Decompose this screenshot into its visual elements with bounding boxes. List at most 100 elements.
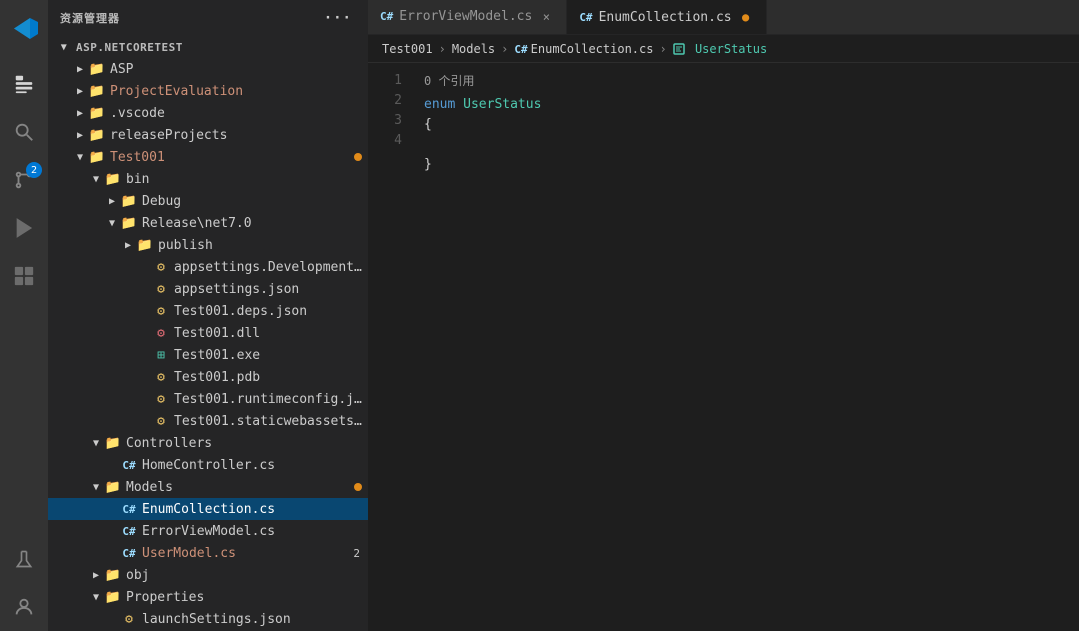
tree-item-appsettings-dev[interactable]: ⚙ appsettings.Development.json [48,256,368,278]
test001-folder-icon: 📁 [88,150,106,165]
tree-item-homecontroller[interactable]: C# HomeController.cs [48,454,368,476]
bin-folder-icon: 📁 [104,172,122,187]
controllers-label: Controllers [126,436,368,451]
breadcrumb-test001[interactable]: Test001 [382,42,433,56]
tree-item-releaseprojects[interactable]: 📁 releaseProjects [48,124,368,146]
vscode-label: .vscode [110,106,368,121]
breadcrumb: Test001 › Models › C#EnumCollection.cs ›… [368,35,1079,63]
exe-icon: ⊞ [152,348,170,363]
launchsettings-icon: ⚙ [120,612,138,627]
code-line-1: enum UserStatus [424,95,1079,115]
vscode-folder-icon: 📁 [88,106,106,121]
root-chevron [56,42,72,53]
tree-item-test001[interactable]: 📁 Test001 [48,146,368,168]
tree-item-publish[interactable]: 📁 publish [48,234,368,256]
bin-chevron [88,174,104,185]
appsettings-label: appsettings.json [174,282,368,297]
flask-icon[interactable] [0,535,48,583]
tree-item-pdb[interactable]: ⚙ Test001.pdb [48,366,368,388]
tab-bar: C# ErrorViewModel.cs C# EnumCollection.c… [368,0,1079,35]
pdb-label: Test001.pdb [174,370,368,385]
runtime-label: Test001.runtimeconfig.json [174,392,368,407]
tree-item-obj[interactable]: 📁 obj [48,564,368,586]
vscode-logo [0,4,48,52]
breadcrumb-file[interactable]: C#EnumCollection.cs [514,42,653,56]
tree-root[interactable]: ASP.NETCORETEST [48,36,368,58]
projecteval-label: ProjectEvaluation [110,84,368,99]
tree-item-static[interactable]: ⚙ Test001.staticwebassets.runtime.json [48,410,368,432]
tree-item-projecteval[interactable]: 📁 ProjectEvaluation [48,80,368,102]
properties-chevron [88,592,104,603]
tree-item-dll[interactable]: ⚙ Test001.dll [48,322,368,344]
run-icon[interactable] [0,204,48,252]
tree-item-usermodel[interactable]: C# UserModel.cs 2 [48,542,368,564]
tree-item-launchsettings[interactable]: ⚙ launchSettings.json [48,608,368,630]
tree-item-appsettings[interactable]: ⚙ appsettings.json [48,278,368,300]
pdb-icon: ⚙ [152,370,170,385]
debug-label: Debug [142,194,368,209]
tree-item-asp[interactable]: 📁 ASP [48,58,368,80]
release-folder-icon: 📁 [120,216,138,231]
userstatus-name: UserStatus [455,97,541,112]
models-chevron [88,482,104,493]
breadcrumb-models[interactable]: Models [452,42,495,56]
breadcrumb-sep3: › [659,42,666,56]
tree-item-errorviewmodel[interactable]: C# ErrorViewModel.cs [48,520,368,542]
tab-errorviewmodel-close[interactable] [538,9,554,25]
tree-item-enumcollection[interactable]: C# EnumCollection.cs [48,498,368,520]
tab-enumcollection-close[interactable] [738,9,754,25]
breadcrumb-sep2: › [501,42,508,56]
errorviewmodel-label: ErrorViewModel.cs [142,524,368,539]
asp-folder-icon: 📁 [88,62,106,77]
tree-item-exe[interactable]: ⊞ Test001.exe [48,344,368,366]
sidebar-more-btn[interactable]: ··· [320,8,356,28]
releaseprojects-chevron [72,130,88,141]
code-area: 1 2 3 4 0 个引用 enum UserStatus { } [368,63,1079,631]
tab-errorviewmodel[interactable]: C# ErrorViewModel.cs [368,0,567,34]
extensions-icon[interactable] [0,252,48,300]
release-label: Release\net7.0 [142,216,368,231]
explorer-icon[interactable] [0,60,48,108]
enumcollection-icon: C# [120,503,138,516]
breadcrumb-sep1: › [439,42,446,56]
tree-item-deps[interactable]: ⚙ Test001.deps.json [48,300,368,322]
tree-item-properties[interactable]: 📁 Properties [48,586,368,608]
source-control-icon[interactable]: 2 [0,156,48,204]
tree-item-models[interactable]: 📁 Models [48,476,368,498]
account-icon[interactable] [0,583,48,631]
activity-bar: 2 [0,0,48,631]
line-numbers: 1 2 3 4 [368,71,416,623]
tree-item-controllers[interactable]: 📁 Controllers [48,432,368,454]
sidebar-title: 资源管理器 [60,10,120,26]
dll-label: Test001.dll [174,326,368,341]
dll-icon: ⚙ [152,326,170,341]
tree-item-bin[interactable]: 📁 bin [48,168,368,190]
search-icon[interactable] [0,108,48,156]
enumcollection-label: EnumCollection.cs [142,502,368,517]
publish-label: publish [158,238,368,253]
sidebar-header: 资源管理器 ··· [48,0,368,36]
tab-errorviewmodel-label: ErrorViewModel.cs [399,9,532,24]
obj-folder-icon: 📁 [104,568,122,583]
tree-item-debug[interactable]: 📁 Debug [48,190,368,212]
models-label: Models [126,480,354,495]
exe-label: Test001.exe [174,348,368,363]
sidebar: 资源管理器 ··· ASP.NETCORETEST 📁 ASP 📁 Projec… [48,0,368,631]
publish-folder-icon: 📁 [136,238,154,253]
tree-item-release[interactable]: 📁 Release\net7.0 [48,212,368,234]
deps-icon: ⚙ [152,304,170,319]
test001-chevron [72,152,88,163]
breadcrumb-userstatus[interactable]: UserStatus [673,42,767,56]
tree-item-vscode[interactable]: 📁 .vscode [48,102,368,124]
tree-item-runtime[interactable]: ⚙ Test001.runtimeconfig.json [48,388,368,410]
controllers-chevron [88,438,104,449]
tab-enumcollection[interactable]: C# EnumCollection.cs [567,0,766,34]
static-icon: ⚙ [152,414,170,429]
usermodel-label: UserModel.cs [142,546,353,561]
debug-chevron [104,196,120,207]
tab-enumcollection-icon: C# [579,11,592,24]
obj-label: obj [126,568,368,583]
code-line-4: } [424,155,1079,175]
file-tree: ASP.NETCORETEST 📁 ASP 📁 ProjectEvaluatio… [48,36,368,631]
models-dot [354,483,362,491]
